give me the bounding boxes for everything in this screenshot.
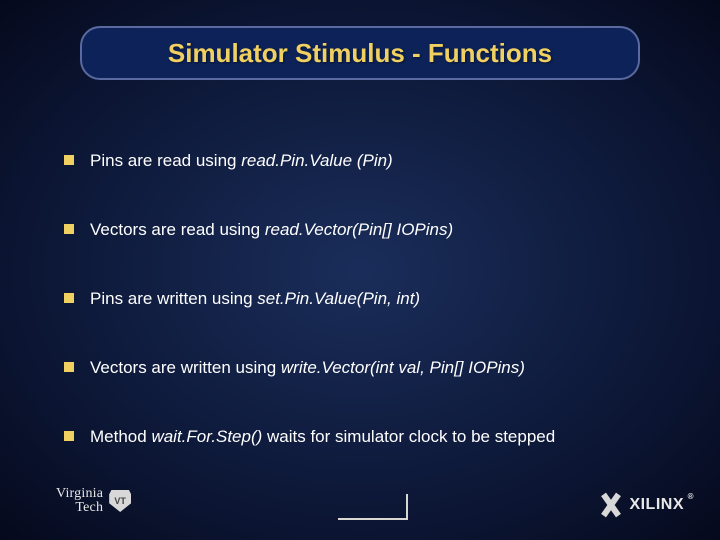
xilinx-brand-text: XILINX®	[629, 496, 684, 514]
bullet-list: Pins are read using read.Pin.Value (Pin)…	[64, 150, 680, 495]
list-item: Pins are read using read.Pin.Value (Pin)	[64, 150, 680, 173]
bullet-icon	[64, 362, 74, 372]
list-item: Vectors are written using write.Vector(i…	[64, 357, 680, 380]
bullet-icon	[64, 155, 74, 165]
bullet-icon	[64, 293, 74, 303]
bullet-text: Pins are read using read.Pin.Value (Pin)	[90, 150, 680, 173]
list-item: Method wait.For.Step() waits for simulat…	[64, 426, 680, 449]
slide-title: Simulator Stimulus - Functions	[168, 38, 552, 69]
xilinx-x-icon	[599, 494, 623, 516]
list-item: Pins are written using set.Pin.Value(Pin…	[64, 288, 680, 311]
shield-icon: VT	[109, 490, 131, 512]
list-item: Vectors are read using read.Vector(Pin[]…	[64, 219, 680, 242]
bullet-text: Vectors are read using read.Vector(Pin[]…	[90, 219, 680, 242]
bullet-text: Vectors are written using write.Vector(i…	[90, 357, 680, 380]
bullet-icon	[64, 431, 74, 441]
vt-line2: Tech	[56, 500, 103, 516]
vt-text-block: Virginia Tech	[56, 486, 103, 516]
bullet-text: Pins are written using set.Pin.Value(Pin…	[90, 288, 680, 311]
title-box: Simulator Stimulus - Functions	[80, 26, 640, 80]
registered-mark: ®	[688, 492, 694, 501]
footer-box-decoration	[338, 494, 408, 520]
bullet-icon	[64, 224, 74, 234]
footer-right-logo: XILINX®	[599, 494, 684, 516]
footer-left-logo: Virginia Tech VT	[56, 486, 131, 516]
bullet-text: Method wait.For.Step() waits for simulat…	[90, 426, 680, 449]
